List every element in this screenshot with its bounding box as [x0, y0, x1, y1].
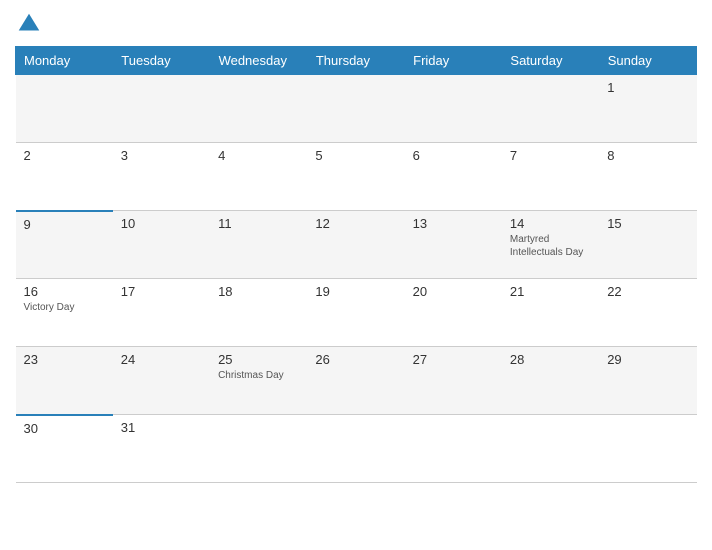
day-number: 14 [510, 216, 591, 231]
calendar-cell: 26 [307, 347, 404, 415]
calendar-cell: 24 [113, 347, 210, 415]
weekday-header: Wednesday [210, 47, 307, 75]
day-number: 25 [218, 352, 299, 367]
day-number: 15 [607, 216, 688, 231]
day-number: 30 [24, 421, 105, 436]
calendar-cell: 31 [113, 415, 210, 483]
calendar-cell: 21 [502, 279, 599, 347]
day-number: 28 [510, 352, 591, 367]
calendar-cell: 29 [599, 347, 696, 415]
calendar-cell: 14 Martyred Intellectuals Day [502, 211, 599, 279]
day-number: 20 [413, 284, 494, 299]
day-number: 31 [121, 420, 202, 435]
day-number: 23 [24, 352, 105, 367]
holiday-label: Martyred Intellectuals Day [510, 233, 591, 259]
calendar-cell: 2 [16, 143, 113, 211]
day-number: 6 [413, 148, 494, 163]
calendar-cell: 18 [210, 279, 307, 347]
calendar-cell: 22 [599, 279, 696, 347]
calendar-cell: 10 [113, 211, 210, 279]
weekday-header: Friday [405, 47, 502, 75]
calendar-container: MondayTuesdayWednesdayThursdayFridaySatu… [0, 0, 712, 550]
calendar-header-row: MondayTuesdayWednesdayThursdayFridaySatu… [16, 47, 697, 75]
day-number: 5 [315, 148, 396, 163]
day-number: 24 [121, 352, 202, 367]
day-number: 9 [24, 217, 105, 232]
calendar-cell: 3 [113, 143, 210, 211]
holiday-label: Christmas Day [218, 369, 299, 382]
day-number: 19 [315, 284, 396, 299]
day-number: 8 [607, 148, 688, 163]
calendar-cell: 30 [16, 415, 113, 483]
calendar-cell: 11 [210, 211, 307, 279]
calendar-cell: 13 [405, 211, 502, 279]
calendar-cell: 1 [599, 75, 696, 143]
calendar-cell [502, 415, 599, 483]
calendar-cell: 25 Christmas Day [210, 347, 307, 415]
day-number: 10 [121, 216, 202, 231]
day-number: 21 [510, 284, 591, 299]
calendar-cell [502, 75, 599, 143]
day-number: 17 [121, 284, 202, 299]
calendar-cell: 4 [210, 143, 307, 211]
calendar-cell: 12 [307, 211, 404, 279]
calendar-cell [405, 415, 502, 483]
day-number: 18 [218, 284, 299, 299]
calendar-cell: 7 [502, 143, 599, 211]
day-number: 27 [413, 352, 494, 367]
calendar-cell [113, 75, 210, 143]
calendar-cell [405, 75, 502, 143]
weekday-header: Thursday [307, 47, 404, 75]
day-number: 12 [315, 216, 396, 231]
calendar-cell [307, 75, 404, 143]
weekday-header: Tuesday [113, 47, 210, 75]
calendar-cell: 17 [113, 279, 210, 347]
weekday-header: Sunday [599, 47, 696, 75]
calendar-cell: 5 [307, 143, 404, 211]
day-number: 2 [24, 148, 105, 163]
day-number: 29 [607, 352, 688, 367]
calendar-cell: 8 [599, 143, 696, 211]
day-number: 13 [413, 216, 494, 231]
calendar-cell [210, 75, 307, 143]
day-number: 22 [607, 284, 688, 299]
day-number: 11 [218, 216, 299, 231]
calendar-cell [16, 75, 113, 143]
day-number: 4 [218, 148, 299, 163]
logo [15, 10, 45, 38]
calendar-cell: 16 Victory Day [16, 279, 113, 347]
calendar-cell: 28 [502, 347, 599, 415]
weekday-header: Saturday [502, 47, 599, 75]
calendar-header [15, 10, 697, 38]
holiday-label: Victory Day [24, 301, 105, 314]
day-number: 7 [510, 148, 591, 163]
calendar-cell [599, 415, 696, 483]
calendar-cell: 15 [599, 211, 696, 279]
calendar-table: MondayTuesdayWednesdayThursdayFridaySatu… [15, 46, 697, 483]
day-number: 26 [315, 352, 396, 367]
day-number: 1 [607, 80, 688, 95]
calendar-cell: 23 [16, 347, 113, 415]
day-number: 16 [24, 284, 105, 299]
weekday-header: Monday [16, 47, 113, 75]
day-number: 3 [121, 148, 202, 163]
calendar-cell [210, 415, 307, 483]
calendar-cell: 6 [405, 143, 502, 211]
logo-icon [15, 10, 43, 38]
calendar-cell: 27 [405, 347, 502, 415]
calendar-cell [307, 415, 404, 483]
calendar-cell: 9 [16, 211, 113, 279]
calendar-cell: 20 [405, 279, 502, 347]
calendar-cell: 19 [307, 279, 404, 347]
